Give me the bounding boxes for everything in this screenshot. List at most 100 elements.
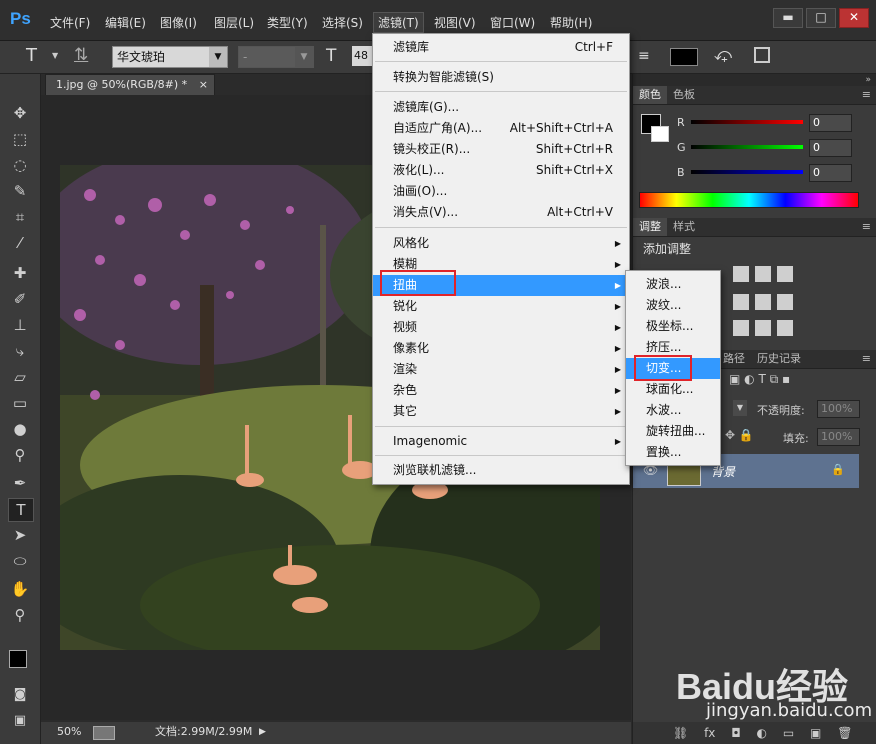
tab-color[interactable]: 颜色 <box>633 86 667 104</box>
menu-filter[interactable]: 滤镜(T) <box>373 12 424 33</box>
menu-window[interactable]: 窗口(W) <box>486 14 539 31</box>
new-group-icon[interactable]: ▭ <box>783 726 794 740</box>
marquee-tool-icon[interactable]: ⬚ <box>8 128 32 150</box>
menu-type[interactable]: 类型(Y) <box>263 14 312 31</box>
tab-paths[interactable]: 路径 <box>717 350 751 368</box>
status-preview-icon[interactable] <box>93 726 115 740</box>
path-selection-tool-icon[interactable]: ➤ <box>8 524 32 546</box>
maximize-button[interactable]: □ <box>806 8 836 28</box>
quick-mask-icon[interactable]: ◙ <box>8 684 32 706</box>
panel-menu-icon[interactable]: ≡ <box>862 350 871 368</box>
hand-tool-icon[interactable]: ✋ <box>8 578 32 600</box>
zoom-level[interactable]: 50% <box>57 722 81 742</box>
gradient-map-icon[interactable] <box>777 320 793 336</box>
panel-background-swatch[interactable] <box>651 126 669 142</box>
document-tab[interactable]: 1.jpg @ 50%(RGB/8#) * × <box>45 74 215 96</box>
channel-mixer-icon[interactable] <box>755 294 771 310</box>
menu-view[interactable]: 视图(V) <box>430 14 480 31</box>
foreground-color-swatch[interactable] <box>9 650 27 668</box>
curves-icon[interactable] <box>755 266 771 282</box>
menu-item-imagenomic[interactable]: Imagenomic ▶ <box>373 431 629 452</box>
font-family-select[interactable]: 华文琥珀 ▼ <box>112 46 228 68</box>
blue-slider[interactable] <box>691 170 803 174</box>
levels-icon[interactable] <box>733 266 749 282</box>
link-layers-icon[interactable]: ⛓ <box>673 726 688 740</box>
submenu-item-displace[interactable]: 置换... <box>626 442 720 463</box>
menu-item-adaptive-wide-angle[interactable]: 自适应广角(A)... Alt+Shift+Ctrl+A <box>373 118 629 139</box>
gradient-tool-icon[interactable]: ▭ <box>8 392 32 414</box>
tab-swatches[interactable]: 色板 <box>667 86 701 104</box>
blur-tool-icon[interactable]: ● <box>8 418 32 440</box>
menu-edit[interactable]: 编辑(E) <box>101 14 150 31</box>
delete-layer-icon[interactable]: 🗑 <box>837 726 852 740</box>
move-tool-icon[interactable]: ✥ <box>8 102 32 124</box>
menu-layer[interactable]: 图层(L) <box>210 14 258 31</box>
panel-menu-icon[interactable]: ≡ <box>862 86 871 104</box>
menu-item-other[interactable]: 其它 ▶ <box>373 401 629 422</box>
green-slider[interactable] <box>691 145 803 149</box>
close-tab-icon[interactable]: × <box>199 75 208 95</box>
menu-file[interactable]: 文件(F) <box>46 14 94 31</box>
new-adjustment-icon[interactable]: ◐ <box>757 726 767 740</box>
eyedropper-tool-icon[interactable]: ⁄ <box>8 232 32 254</box>
menu-item-browse-filters-online[interactable]: 浏览联机滤镜... <box>373 460 629 481</box>
menu-item-oil-paint[interactable]: 油画(O)... <box>373 181 629 202</box>
selective-color-icon[interactable] <box>755 320 771 336</box>
menu-image[interactable]: 图像(I) <box>156 14 201 31</box>
menu-item-video[interactable]: 视频 ▶ <box>373 317 629 338</box>
menu-item-convert-smart-filters[interactable]: 转换为智能滤镜(S) <box>373 67 629 88</box>
menu-item-vanishing-point[interactable]: 消失点(V)... Alt+Ctrl+V <box>373 202 629 223</box>
ellipse-tool-icon[interactable]: ⬭ <box>8 550 32 572</box>
submenu-item-wave[interactable]: 波浪... <box>626 274 720 295</box>
submenu-item-twirl[interactable]: 旋转扭曲... <box>626 421 720 442</box>
color-spectrum-bar[interactable] <box>639 192 859 208</box>
character-panel-icon[interactable] <box>754 47 770 63</box>
menu-item-filter-gallery-last[interactable]: 滤镜库 Ctrl+F <box>373 37 629 58</box>
minimize-button[interactable]: ▬ <box>773 8 803 28</box>
clone-stamp-tool-icon[interactable]: ⊥ <box>8 314 32 336</box>
layer-style-icon[interactable]: fx <box>704 726 715 740</box>
chevron-down-icon[interactable]: ▼ <box>733 400 747 416</box>
fill-field[interactable]: 100% <box>817 428 860 446</box>
menu-item-stylize[interactable]: 风格化 ▶ <box>373 233 629 254</box>
menu-item-pixelate[interactable]: 像素化 ▶ <box>373 338 629 359</box>
text-color-swatch[interactable] <box>670 48 698 66</box>
tab-history[interactable]: 历史记录 <box>751 350 807 368</box>
blue-value-field[interactable]: 0 <box>809 164 852 182</box>
submenu-item-polar-coordinates[interactable]: 极坐标... <box>626 316 720 337</box>
crop-tool-icon[interactable]: ⌗ <box>8 206 32 228</box>
menu-select[interactable]: 选择(S) <box>318 14 367 31</box>
align-justify-icon[interactable]: ≡ <box>638 48 654 64</box>
new-layer-icon[interactable]: ▣ <box>810 726 821 740</box>
menu-help[interactable]: 帮助(H) <box>546 14 596 31</box>
submenu-item-ripple[interactable]: 波纹... <box>626 295 720 316</box>
history-brush-tool-icon[interactable]: ⤷ <box>8 340 32 362</box>
submenu-item-zigzag[interactable]: 水波... <box>626 400 720 421</box>
menu-item-render[interactable]: 渲染 ▶ <box>373 359 629 380</box>
type-tool-icon[interactable]: T <box>8 498 34 522</box>
status-menu-arrow-icon[interactable]: ▶ <box>259 722 266 742</box>
pen-tool-icon[interactable]: ✒ <box>8 472 32 494</box>
opacity-field[interactable]: 100% <box>817 400 860 418</box>
healing-brush-tool-icon[interactable]: ✚ <box>8 262 32 284</box>
submenu-item-spherize[interactable]: 球面化... <box>626 379 720 400</box>
exposure-icon[interactable] <box>777 266 793 282</box>
lock-icons[interactable]: ✥ 🔒 <box>725 428 754 442</box>
menu-item-filter-gallery[interactable]: 滤镜库(G)... <box>373 97 629 118</box>
brush-tool-icon[interactable]: ✐ <box>8 288 32 310</box>
threshold-icon[interactable] <box>733 320 749 336</box>
chevron-down-icon[interactable]: ▼ <box>52 51 58 60</box>
warp-text-icon[interactable]: ⤽ <box>714 45 732 65</box>
tab-adjustments[interactable]: 调整 <box>633 218 667 236</box>
panel-menu-icon[interactable]: ≡ <box>862 218 871 236</box>
menu-item-lens-correction[interactable]: 镜头校正(R)... Shift+Ctrl+R <box>373 139 629 160</box>
close-window-button[interactable]: ✕ <box>839 8 869 28</box>
red-slider[interactable] <box>691 120 803 124</box>
dodge-tool-icon[interactable]: ⚲ <box>8 444 32 466</box>
zoom-tool-icon[interactable]: ⚲ <box>8 604 32 626</box>
font-size-field[interactable]: 48 <box>352 46 372 66</box>
menu-item-sharpen[interactable]: 锐化 ▶ <box>373 296 629 317</box>
layer-filter-icons[interactable]: ▣ ◐ T ⧉ ▪ <box>729 372 790 387</box>
text-orientation-icon[interactable]: ⇅ <box>74 45 88 65</box>
type-tool-preset-icon[interactable]: T <box>26 45 37 66</box>
